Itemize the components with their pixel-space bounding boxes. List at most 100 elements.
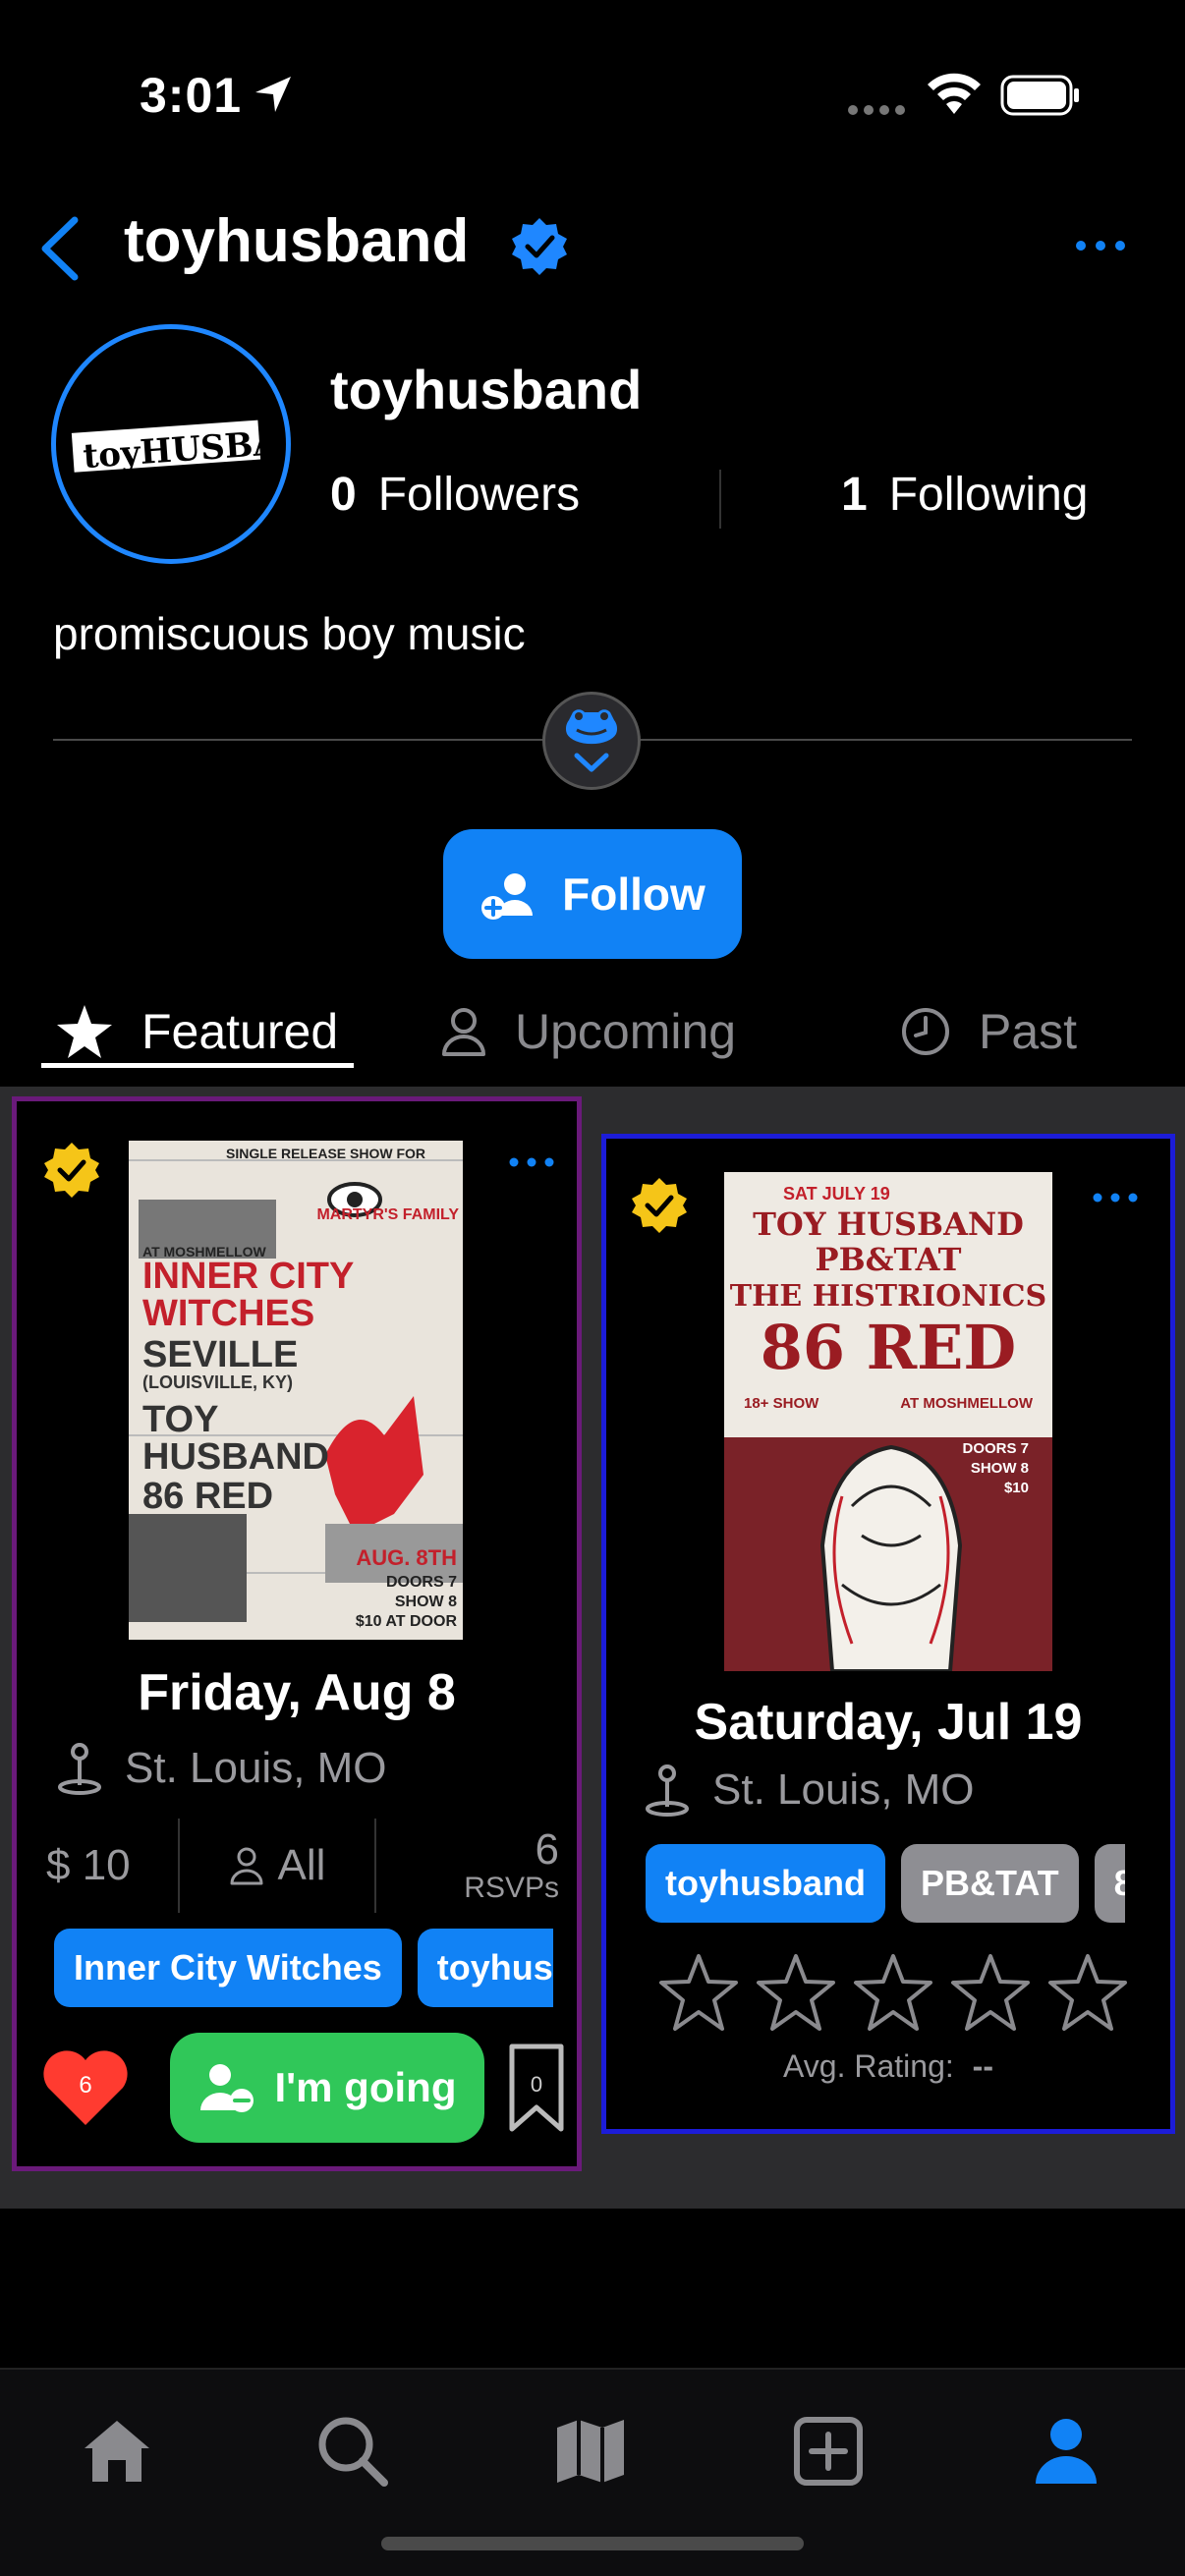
poster-price: $10 [1004, 1480, 1029, 1496]
location-text: St. Louis, MO [125, 1744, 387, 1792]
event-poster[interactable]: SINGLE RELEASE SHOW FOR MARTYR'S FAMILY … [129, 1141, 463, 1640]
event-date: Saturday, Jul 19 [694, 1694, 1083, 1751]
poster-age: 18+ SHOW [744, 1395, 819, 1412]
search-icon [318, 2417, 388, 2487]
star-outline-icon[interactable] [1046, 1952, 1129, 2033]
poster-line: PB&TAT [816, 1241, 962, 1278]
more-options-icon[interactable] [506, 1152, 557, 1172]
home-icon [85, 2421, 149, 2482]
remove-person-icon [199, 2064, 254, 2112]
profile-name: toyhusband [330, 359, 643, 420]
bookmark-count: 0 [530, 2072, 543, 2097]
star-outline-icon[interactable] [949, 1952, 1032, 2033]
poster-artwork: SAT JULY 19 TOY HUSBAND PB&TAT THE HISTR… [724, 1172, 1052, 1671]
map-icon [557, 2420, 624, 2483]
back-icon[interactable] [35, 214, 85, 283]
poster-artwork: SINGLE RELEASE SHOW FOR MARTYR'S FAMILY … [129, 1141, 463, 1640]
location-pin-icon [58, 1743, 101, 1795]
im-going-button[interactable]: I'm going [170, 2033, 484, 2143]
followers-stat[interactable]: 0 Followers [330, 468, 580, 522]
going-label: I'm going [274, 2064, 457, 2110]
event-card[interactable]: SINGLE RELEASE SHOW FOR MARTYR'S FAMILY … [12, 1096, 582, 2171]
following-count: 1 [841, 469, 868, 521]
tag-chip[interactable]: 86 RED [1094, 1844, 1125, 1923]
avatar-logo: toyHUSBAND [71, 420, 271, 476]
event-price: $ 10 [46, 1819, 180, 1913]
more-options-icon[interactable] [1073, 226, 1128, 265]
poster-line: 86 RED [761, 1312, 1016, 1383]
home-indicator [381, 2537, 804, 2550]
battery-icon [1000, 75, 1079, 116]
poster-line: WITCHES [142, 1293, 314, 1334]
rating-stars[interactable] [657, 1952, 1129, 2041]
add-person-icon [481, 873, 534, 920]
follow-button[interactable]: Follow [443, 829, 742, 959]
tab-label: Past [979, 1004, 1078, 1059]
poster-doors: DOORS 7 [386, 1574, 457, 1591]
poster-line: 86 RED [142, 1476, 273, 1517]
star-outline-icon[interactable] [657, 1952, 740, 2033]
followers-count: 0 [330, 469, 357, 521]
nav-search[interactable] [309, 2407, 397, 2495]
rsvp-label: RSVPs [464, 1872, 559, 1905]
poster-line: SEVILLE [142, 1334, 298, 1375]
location-text: St. Louis, MO [712, 1765, 975, 1814]
nav-home[interactable] [73, 2407, 161, 2495]
event-location[interactable]: St. Louis, MO [644, 1764, 975, 1817]
tab-label: Upcoming [515, 1004, 737, 1059]
nav-map[interactable] [546, 2407, 635, 2495]
event-poster[interactable]: SAT JULY 19 TOY HUSBAND PB&TAT THE HISTR… [724, 1172, 1052, 1671]
event-tags: toyhusband PB&TAT 86 RED [646, 1844, 1125, 1923]
tag-chip[interactable]: PB&TAT [901, 1844, 1079, 1923]
poster-line: HUSBAND [142, 1436, 329, 1478]
poster-line: TOY [142, 1399, 218, 1440]
poster-line: (LOUISVILLE, KY) [142, 1372, 293, 1392]
poster-line: TOY HUSBAND [753, 1205, 1024, 1243]
location-pin-icon [646, 1764, 689, 1817]
expand-bio-button[interactable] [542, 692, 641, 790]
star-outline-icon[interactable] [852, 1952, 934, 2033]
star-icon [57, 1005, 112, 1058]
more-options-icon[interactable] [1090, 1188, 1141, 1207]
nav-profile[interactable] [1022, 2407, 1110, 2495]
event-tags: Inner City Witches toyhusband [54, 1929, 553, 2007]
profile-bio: promiscuous boy music [53, 608, 526, 659]
poster-line: INNER CITY [142, 1256, 354, 1297]
nav-add[interactable] [784, 2407, 873, 2495]
tag-chip[interactable]: toyhusband [417, 1929, 553, 2007]
tag-chip[interactable]: toyhusband [646, 1844, 885, 1923]
status-time: 3:01 [140, 68, 243, 123]
avatar[interactable]: toyHUSBAND [51, 324, 291, 564]
wifi-icon [928, 73, 981, 114]
following-label: Following [888, 469, 1089, 521]
verified-badge-icon [512, 218, 567, 275]
verified-badge-icon [632, 1178, 687, 1233]
age-label: All [277, 1841, 326, 1889]
event-stats: $ 10 All 6 RSVPs [46, 1819, 559, 1913]
tab-past[interactable]: Past [900, 992, 1077, 1071]
profile-icon [1036, 2419, 1097, 2484]
location-arrow-icon [255, 77, 291, 112]
poster-date: AUG. 8TH [356, 1545, 457, 1570]
follow-label: Follow [562, 868, 705, 920]
poster-martyr: MARTYR'S FAMILY [316, 1206, 459, 1223]
followers-label: Followers [377, 469, 581, 521]
person-icon [230, 1847, 263, 1885]
poster-date: SAT JULY 19 [783, 1184, 890, 1204]
tab-upcoming[interactable]: Upcoming [440, 992, 736, 1071]
event-location[interactable]: St. Louis, MO [56, 1742, 387, 1795]
rsvp-count: 6 [535, 1825, 559, 1875]
event-date: Friday, Aug 8 [138, 1664, 456, 1721]
poster-price: $10 AT DOOR [356, 1613, 458, 1630]
tag-chip[interactable]: Inner City Witches [54, 1929, 402, 2007]
rsvp-stat: 6 RSVPs [376, 1819, 559, 1913]
star-outline-icon[interactable] [755, 1952, 837, 2033]
following-stat[interactable]: 1 Following [841, 468, 1088, 522]
status-bar: 3:01 [0, 0, 1185, 196]
verified-badge-icon [44, 1143, 99, 1198]
person-icon [442, 1008, 485, 1056]
add-icon [794, 2417, 863, 2486]
event-card[interactable]: SAT JULY 19 TOY HUSBAND PB&TAT THE HISTR… [601, 1134, 1175, 2134]
tab-featured[interactable]: Featured [55, 992, 338, 1071]
frog-chevron-icon [565, 709, 618, 772]
